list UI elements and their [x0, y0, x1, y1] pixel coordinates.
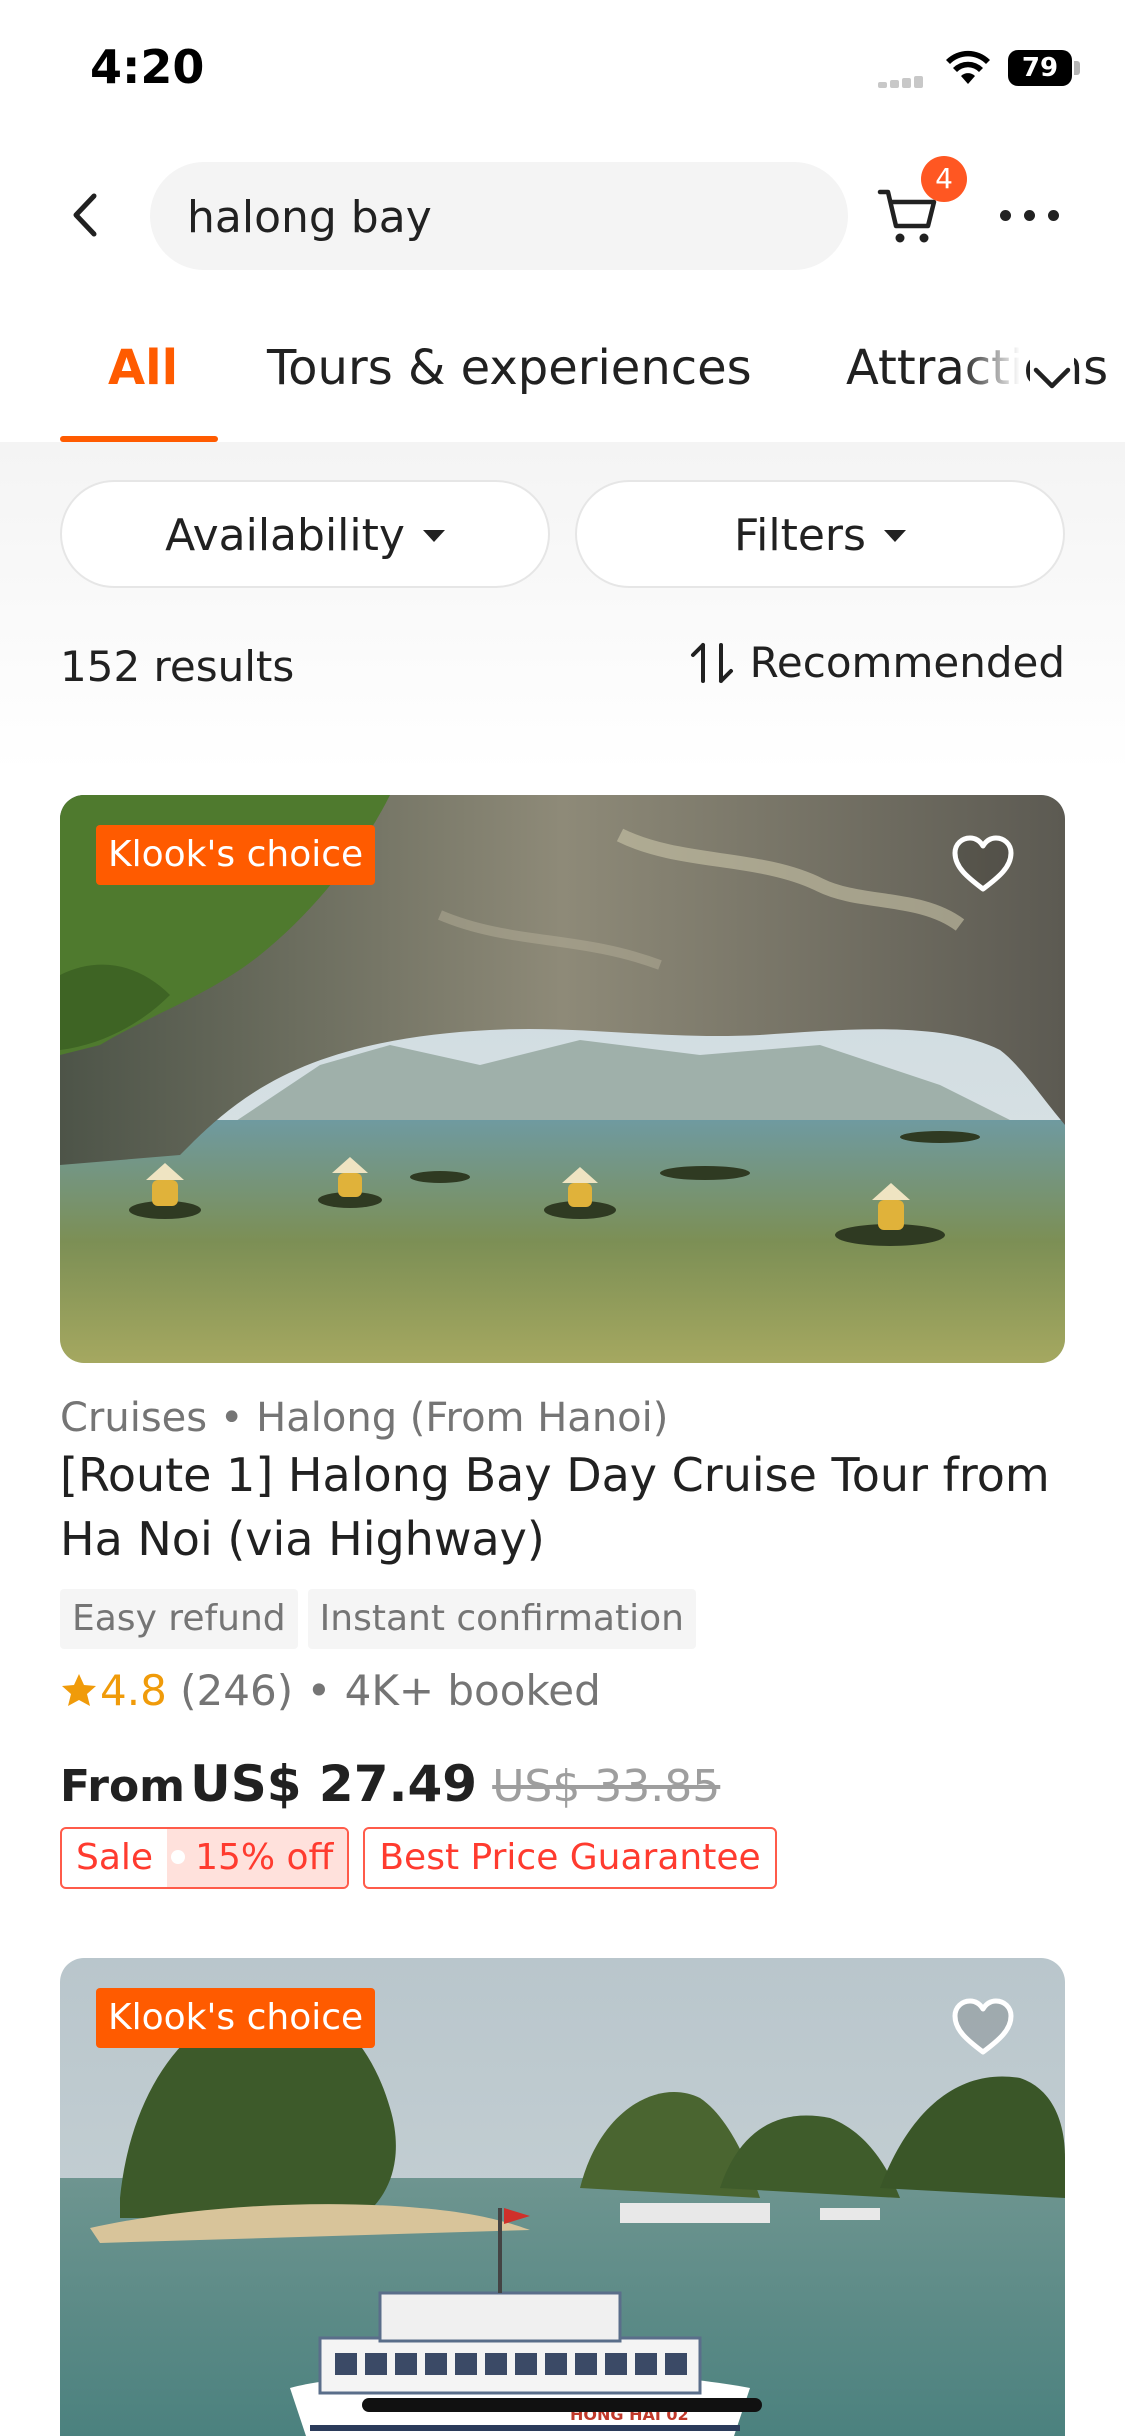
- chevron-down-icon[interactable]: [1030, 356, 1074, 400]
- search-query: halong bay: [187, 192, 432, 243]
- filters-label: Filters: [734, 510, 866, 561]
- activity-card[interactable]: Klook's choice Cruises • Halong (From Ha…: [60, 795, 1065, 1889]
- original-price: US$ 33.85: [492, 1761, 721, 1812]
- rating-row: 4.8 (246) • 4K+ booked: [60, 1663, 601, 1719]
- tag-instant-confirmation: Instant confirmation: [307, 1589, 696, 1649]
- activity-meta: Cruises • Halong (From Hanoi): [60, 1395, 669, 1441]
- star-icon: [62, 1673, 96, 1706]
- results-count: 152 results: [60, 642, 295, 691]
- sort-label: Recommended: [749, 638, 1065, 687]
- caret-down-icon: [883, 530, 906, 542]
- wifi-icon: [946, 50, 990, 84]
- sale-badge: Sale 15% off: [60, 1827, 350, 1889]
- activity-category: Cruises: [60, 1395, 208, 1441]
- battery-level: 79: [1008, 50, 1072, 86]
- rating-value: 4.8: [100, 1666, 167, 1715]
- best-price-guarantee-badge: Best Price Guarantee: [363, 1827, 777, 1889]
- klooks-choice-badge: Klook's choice: [96, 825, 376, 885]
- price-prefix: From: [60, 1761, 186, 1812]
- price-value: US$ 27.49: [190, 1755, 478, 1813]
- status-bar: 4:20 79: [0, 0, 1125, 140]
- discount-label: 15% off: [167, 1829, 348, 1887]
- sort-icon: [690, 642, 733, 683]
- more-options-icon[interactable]: [1000, 210, 1060, 222]
- caret-down-icon: [422, 530, 445, 542]
- home-indicator[interactable]: [362, 2398, 762, 2412]
- availability-label: Availability: [165, 510, 405, 561]
- cellular-signal-icon: [878, 76, 923, 88]
- battery-icon: 79: [1008, 50, 1080, 86]
- tab-tours-experiences[interactable]: Tours & experiences: [267, 340, 752, 396]
- review-count: (246): [180, 1666, 294, 1715]
- filter-bar: Availability Filters 152 results Recomme…: [0, 442, 1125, 772]
- promo-row: Sale 15% off Best Price Guarantee: [60, 1827, 777, 1889]
- search-header: halong bay 4: [0, 150, 1125, 280]
- status-time: 4:20: [90, 40, 205, 94]
- booked-count: 4K+ booked: [344, 1666, 601, 1715]
- activity-tags: Easy refund Instant confirmation: [60, 1589, 706, 1649]
- search-input[interactable]: halong bay: [150, 162, 848, 270]
- activity-title[interactable]: [Route 1] Halong Bay Day Cruise Tour fro…: [60, 1443, 1065, 1571]
- activity-card[interactable]: HỒNG HẢI 02 Klook's choice: [60, 1958, 1065, 2436]
- activity-location: Halong (From Hanoi): [256, 1395, 669, 1441]
- activity-image[interactable]: HỒNG HẢI 02 Klook's choice: [60, 1958, 1065, 2436]
- category-tabs: All Tours & experiences Attractions: [0, 318, 1125, 442]
- availability-button[interactable]: Availability: [60, 480, 550, 588]
- sort-button[interactable]: Recommended: [688, 638, 1065, 692]
- heart-icon[interactable]: [949, 833, 1017, 895]
- activity-image[interactable]: Klook's choice: [60, 795, 1065, 1363]
- price-row: From US$ 27.49 US$ 33.85: [60, 1755, 720, 1813]
- filters-button[interactable]: Filters: [575, 480, 1065, 588]
- sale-label: Sale: [76, 1837, 154, 1878]
- tag-easy-refund: Easy refund: [60, 1589, 298, 1649]
- klooks-choice-badge: Klook's choice: [96, 1988, 376, 2048]
- cart-count-badge: 4: [921, 156, 967, 202]
- back-arrow-icon[interactable]: [62, 190, 112, 240]
- heart-icon[interactable]: [949, 1996, 1017, 2058]
- tab-all[interactable]: All: [108, 340, 178, 396]
